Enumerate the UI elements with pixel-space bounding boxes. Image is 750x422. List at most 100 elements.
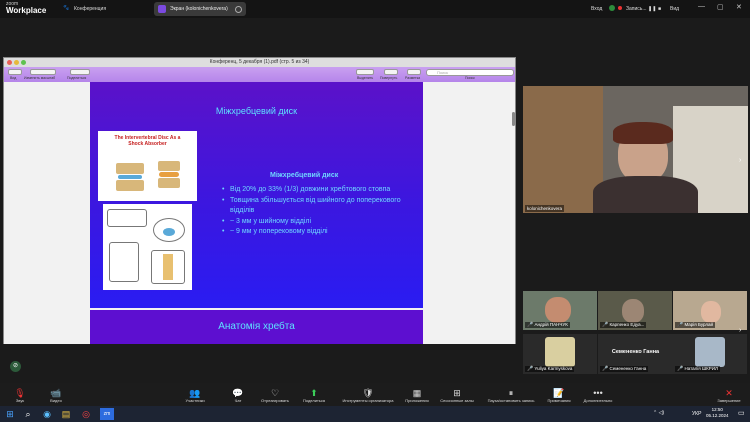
notes-button[interactable]: 📝 Примечания — [543, 388, 575, 403]
participant-tile[interactable]: 🎤 Yuliya Karmyskova — [523, 334, 597, 374]
share-label-pdf: Поделиться — [67, 76, 87, 80]
main-speaker-video[interactable] — [523, 86, 748, 213]
close-window-icon[interactable]: ✕ — [736, 3, 742, 11]
search-label: Поиск — [465, 76, 475, 80]
stop-icon[interactable]: ■ — [658, 6, 661, 12]
search-icon[interactable]: ⌕ — [22, 408, 34, 420]
pdf-toolbar: Вид Изменить масштаб Поделиться Выделить… — [4, 67, 515, 82]
pdf-viewer-window: Конференц, 5 декабря (1).pdf (стр. 5 из … — [3, 57, 516, 344]
bullet-item: ~ 3 мм у шийному відділі — [222, 217, 422, 228]
screen-share-chip[interactable]: Экран (kolonichenkovera) — [154, 2, 246, 16]
participant-tile[interactable]: 🎤 Андрій ПАНЧУК — [523, 291, 597, 330]
participant-tile[interactable]: 🎤 Карпенко Едуа... — [598, 291, 672, 330]
rotate-button[interactable] — [384, 69, 398, 75]
zoom-logo-bottom: Workplace — [6, 6, 47, 15]
share-arrow-icon: ⬆ — [310, 388, 318, 398]
participant-name: 🎤 Марія Бурлай — [675, 322, 716, 328]
bullet-item: Товщина збільшується від шийного до попе… — [222, 196, 422, 217]
search-input[interactable]: Поиск — [426, 69, 514, 76]
participants-icon: 👥 — [189, 388, 201, 398]
participant-name: 🎤 Карпенко Едуа... — [600, 322, 647, 328]
markup-label: Разметка — [405, 76, 421, 80]
participant-name: 🎤 Семененко Ганна — [600, 366, 649, 372]
clock[interactable]: 12:50 05.12.2024 — [706, 407, 729, 419]
chevron-right-icon[interactable]: › — [739, 327, 741, 334]
chrome-icon[interactable]: ◎ — [80, 408, 92, 420]
mic-muted-icon: 🎤 — [602, 366, 609, 372]
date-label: 05.12.2024 — [706, 413, 729, 418]
view-label[interactable]: Вид — [670, 6, 679, 12]
slide-top-title: Міжхребцевий диск — [215, 106, 298, 116]
view-label: Вид — [10, 76, 17, 80]
bullet-list: Від 20% до 33% (1/3) довжини хребтового … — [222, 185, 422, 238]
participant-name: 🎤 Yuliya Karmyskova — [525, 366, 575, 372]
bullet-item: Від 20% до 33% (1/3) довжини хребтового … — [222, 185, 422, 196]
zoom-button[interactable] — [30, 69, 56, 75]
chat-button[interactable]: 💬 Чат — [228, 388, 248, 403]
tray-icons[interactable]: ⌃ ◁) — [653, 410, 664, 416]
zoom-taskbar-icon[interactable]: zm — [100, 408, 114, 420]
share-button[interactable] — [70, 69, 90, 75]
folder-icon[interactable]: ▤ — [60, 408, 72, 420]
signin-label[interactable]: Вход — [591, 6, 602, 12]
mic-muted-icon: 🎤 — [677, 322, 684, 328]
conference-label[interactable]: Конференция — [74, 6, 106, 12]
highlight-button[interactable] — [356, 69, 374, 75]
zoom-dot-icon[interactable] — [21, 60, 26, 65]
apps-icon: ▦ — [412, 388, 422, 398]
react-button[interactable]: ♡ Отреагировать — [255, 388, 295, 403]
participants-button[interactable]: 👥 Участники — [180, 388, 210, 403]
illustration-title: The Intervertebral Disc As a Shock Absor… — [114, 135, 181, 147]
mic-muted-icon: 🎤 — [602, 322, 609, 328]
participant-tile[interactable]: 🎤 Марія Бурлай — [673, 291, 747, 330]
minimize-dot-icon[interactable] — [14, 60, 19, 65]
paw-icon[interactable]: 🐾 — [63, 5, 69, 11]
mic-muted-icon: 🎤 — [527, 322, 534, 328]
share-label: Экран (kolonichenkovera) — [170, 6, 228, 12]
maximize-icon[interactable]: ▢ — [717, 3, 724, 11]
rotate-label: Повернуть — [380, 76, 398, 80]
end-call-icon: ✕ — [725, 388, 733, 398]
highlight-label: Выделить — [357, 76, 374, 80]
breakout-rooms-button[interactable]: ⊞ Сессионные залы — [435, 388, 479, 403]
notification-icon[interactable]: ▭ — [738, 409, 745, 417]
pause-recording-button[interactable]: ⏸ Пауза/остановить запись — [480, 388, 542, 403]
chat-icon: 💬 — [232, 388, 244, 398]
notes-icon: 📝 — [553, 388, 565, 398]
participant-name: 🎤 Наталія ШКРИЛ — [675, 366, 720, 372]
markup-button[interactable] — [407, 69, 421, 75]
more-icon[interactable] — [235, 5, 242, 13]
language-indicator[interactable]: УКР — [692, 411, 701, 417]
share-screen-icon — [158, 5, 166, 13]
end-meeting-button[interactable]: ✕ Завершение — [710, 388, 748, 403]
video-button[interactable]: 📹 Видео — [46, 388, 66, 403]
audio-button[interactable]: 🎙 Звук — [10, 388, 30, 403]
camera-icon: 📹 — [50, 388, 62, 398]
apps-button[interactable]: ▦ Приложения — [400, 388, 434, 403]
view-button[interactable] — [8, 69, 22, 75]
breakout-icon: ⊞ — [453, 388, 461, 398]
participant-tile[interactable]: Семененко Ганна 🎤 Семененко Ганна — [598, 334, 673, 374]
pause-record-icon: ⏸ — [508, 388, 514, 398]
recording-label[interactable]: Запись... — [626, 6, 647, 12]
pause-icon[interactable]: ❚❚ — [648, 6, 656, 12]
host-tools-button[interactable]: 🛡 Инструменты организатора — [335, 388, 401, 403]
record-dot-icon — [618, 6, 622, 10]
shield-icon — [609, 5, 615, 11]
chevron-right-icon[interactable]: › — [739, 157, 741, 164]
minimize-icon[interactable]: — — [698, 3, 705, 10]
scrollbar[interactable] — [512, 112, 515, 126]
next-slide-title: Анатомія хребта — [218, 321, 295, 332]
close-dot-icon[interactable] — [7, 60, 12, 65]
slide-page: Міжхребцевий диск The Intervertebral Dis… — [90, 82, 423, 308]
reaction-icon[interactable]: ⊘ — [10, 361, 21, 372]
share-screen-button[interactable]: ⬆ Поделиться — [297, 388, 331, 403]
slide-subtitle: Міжхребцевий диск — [270, 172, 339, 179]
windows-start-icon[interactable]: ⊞ — [4, 408, 16, 420]
edge-icon[interactable]: ◉ — [41, 408, 53, 420]
mic-muted-icon: 🎤 — [677, 366, 684, 372]
more-button[interactable]: ••• Дополнительно — [578, 388, 618, 403]
participant-tile[interactable]: 🎤 Наталія ШКРИЛ — [673, 334, 747, 374]
mic-muted-icon: 🎤 — [527, 366, 534, 372]
pdf-title: Конференц, 5 декабря (1).pdf (стр. 5 из … — [4, 58, 515, 67]
